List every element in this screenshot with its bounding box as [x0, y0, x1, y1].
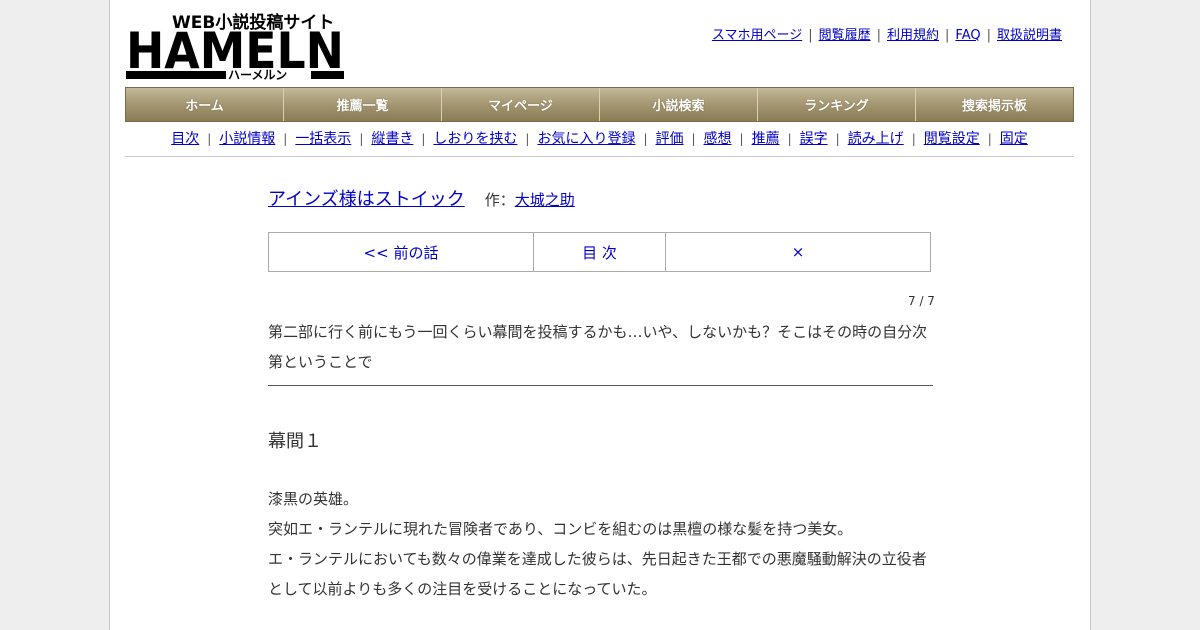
hameln-logo[interactable]: WEB小説投稿サイト HAMELN ハーメルン: [126, 10, 346, 80]
nav-home[interactable]: ホーム: [126, 88, 284, 121]
subnav-bookmark[interactable]: しおりを挟む: [433, 131, 517, 147]
nav-search-board[interactable]: 捜索掲示板: [916, 88, 1073, 121]
subnav-view-settings[interactable]: 閲覧設定: [924, 131, 980, 147]
body-line: 漆黒の英雄。: [268, 490, 359, 508]
terms-link[interactable]: 利用規約: [887, 28, 939, 43]
author-preface: 第二部に行く前にもう一回くらい幕間を投稿するかも…いや、しないかも？そこはその時…: [268, 317, 933, 386]
smartphone-page-link[interactable]: スマホ用ページ: [712, 28, 802, 43]
main-nav: ホーム 推薦一覧 マイページ 小説検索 ランキング 捜索掲示板: [125, 87, 1074, 122]
faq-link[interactable]: FAQ: [955, 28, 980, 43]
body-line: エ・ランテルにおいても数々の偉業を達成した彼らは、先日起きた王都での悪魔騒動解決…: [268, 550, 927, 598]
toc-link[interactable]: 目 次: [534, 233, 666, 271]
chapter-title: 幕間１: [268, 431, 322, 452]
page-count: 7 / 7: [908, 294, 935, 308]
author-link[interactable]: 大城之助: [515, 191, 575, 209]
subnav-show-all[interactable]: 一括表示: [295, 131, 351, 147]
nav-mypage[interactable]: マイページ: [442, 88, 600, 121]
logo-kana: ハーメルン: [228, 68, 287, 80]
author-label: 作：: [484, 191, 515, 209]
page-container: WEB小説投稿サイト HAMELN ハーメルン スマホ用ページ | 閲覧履歴 | 利用規…: [109, 0, 1091, 630]
subnav-pin[interactable]: 固定: [1000, 131, 1028, 147]
subnav-toc[interactable]: 目次: [171, 131, 199, 147]
chapter-nav: << 前の話 目 次 ×: [268, 232, 931, 272]
subnav-recommend[interactable]: 推薦: [752, 131, 780, 147]
nav-recommendations[interactable]: 推薦一覧: [284, 88, 442, 121]
nav-novel-search[interactable]: 小説検索: [600, 88, 758, 121]
next-chapter-disabled: ×: [791, 243, 805, 261]
subnav-favorite[interactable]: お気に入り登録: [537, 131, 635, 147]
subnav-vertical[interactable]: 縦書き: [371, 131, 413, 147]
subnav-typo[interactable]: 誤字: [800, 131, 828, 147]
sub-nav: 目次 | 小説情報 | 一括表示 | 縦書き | しおりを挟む | お気に入り登録 | 評価 | 感想 | 推薦…: [125, 128, 1074, 157]
subnav-rating[interactable]: 評価: [656, 131, 684, 147]
subnav-read-aloud[interactable]: 読み上げ: [848, 131, 904, 147]
manual-link[interactable]: 取扱説明書: [997, 28, 1062, 43]
history-link[interactable]: 閲覧履歴: [819, 28, 871, 43]
body-line: 突如エ・ランテルに現れた冒険者であり、コンビを組むのは黒檀の様な髪を持つ美女。: [268, 520, 853, 538]
nav-ranking[interactable]: ランキング: [758, 88, 916, 121]
prev-chapter-link[interactable]: << 前の話: [269, 233, 534, 271]
novel-header: アインズ様はストイック 作：大城之助: [268, 185, 575, 211]
subnav-comments[interactable]: 感想: [704, 131, 732, 147]
top-links: スマホ用ページ | 閲覧履歴 | 利用規約 | FAQ | 取扱説明書: [711, 28, 1062, 43]
novel-title-link[interactable]: アインズ様はストイック: [268, 189, 465, 210]
subnav-novel-info[interactable]: 小説情報: [219, 131, 275, 147]
chapter-body: 漆黒の英雄。 突如エ・ランテルに現れた冒険者であり、コンビを組むのは黒檀の様な髪…: [268, 484, 938, 604]
